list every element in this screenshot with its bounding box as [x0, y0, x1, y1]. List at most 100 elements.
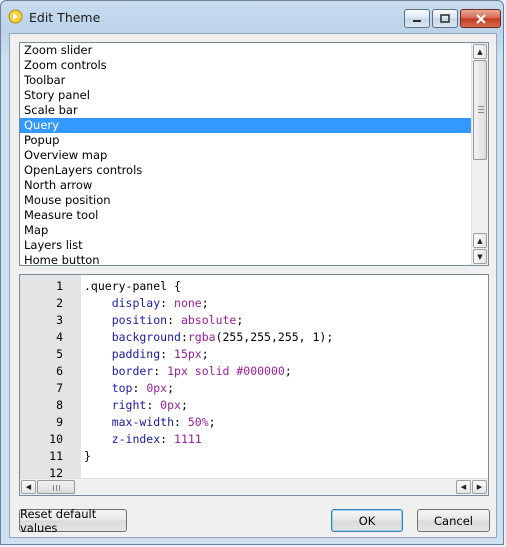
list-item[interactable]: Overview map — [20, 148, 488, 163]
code-line: 3 position: absolute; — [20, 312, 488, 329]
list-item[interactable]: OpenLayers controls — [20, 163, 488, 178]
code-text: right: 0px; — [84, 397, 188, 414]
cancel-button[interactable]: Cancel — [417, 509, 490, 532]
scroll-down-button[interactable]: ▼ — [473, 249, 487, 264]
code-text: } — [84, 448, 91, 465]
code-text: position: absolute; — [84, 312, 244, 329]
code-token: ; — [167, 381, 175, 395]
list-vertical-scrollbar[interactable]: ▲ ▲ ▼ — [471, 43, 488, 265]
list-item[interactable]: Scale bar — [20, 103, 488, 118]
list-item[interactable]: North arrow — [20, 178, 488, 193]
code-token: : — [153, 364, 168, 378]
code-token: ; — [236, 313, 244, 327]
code-token: background — [84, 330, 181, 344]
code-line: 10 z-index: 1111 — [20, 431, 488, 448]
code-token: right — [84, 398, 147, 412]
dialog-body: Zoom slider Zoom controls Toolbar Story pan… — [9, 33, 497, 538]
code-token: : — [167, 313, 181, 327]
list-item[interactable]: Measure tool — [20, 208, 488, 223]
arrow-left-icon: ◀ — [25, 483, 32, 491]
grip-line — [53, 485, 54, 491]
code-token: padding — [84, 347, 161, 361]
code-token: rgba — [187, 330, 216, 344]
grip-line — [56, 485, 57, 491]
code-line: 5 padding: 15px; — [20, 346, 488, 363]
minimize-button[interactable] — [404, 9, 430, 28]
line-number: 9 — [56, 415, 63, 429]
code-line: 7 top: 0px; — [20, 380, 488, 397]
code-token: : — [174, 415, 188, 429]
list-item[interactable]: Mouse position — [20, 193, 488, 208]
arrow-up-icon: ▲ — [477, 236, 483, 245]
grip-line — [478, 109, 484, 110]
list-item[interactable]: Toolbar — [20, 73, 488, 88]
maximize-icon — [440, 14, 450, 23]
scroll-thumb[interactable] — [473, 60, 487, 160]
ok-button[interactable]: OK — [331, 509, 403, 532]
code-token: : — [146, 398, 161, 412]
code-line: 4 background:rgba(255,255,255, 1); — [20, 329, 488, 346]
line-number: 8 — [56, 398, 63, 412]
arrow-right-icon: ▶ — [476, 483, 483, 491]
code-line: 1 .query-panel { — [20, 278, 488, 295]
code-token: position — [84, 313, 168, 327]
list-item[interactable]: Zoom slider — [20, 43, 488, 58]
horizontal-scroll-thumb[interactable] — [37, 480, 75, 494]
close-button[interactable] — [460, 9, 501, 28]
list-item[interactable]: Zoom controls — [20, 58, 488, 73]
grip-line — [478, 106, 484, 107]
scroll-up-button-secondary[interactable]: ▲ — [473, 233, 487, 248]
line-number: 7 — [56, 381, 63, 395]
scroll-left-button[interactable]: ◀ — [21, 480, 36, 494]
code-text: max-width: 50%; — [84, 414, 216, 431]
code-token: 1px solid #000000 — [167, 364, 285, 378]
minimize-icon — [413, 19, 421, 22]
code-text: .query-panel { — [84, 278, 181, 295]
code-line: 6 border: 1px solid #000000; — [20, 363, 488, 380]
list-item[interactable]: Story panel — [20, 88, 488, 103]
code-token: : — [160, 347, 175, 361]
scroll-up-button[interactable]: ▲ — [473, 44, 487, 59]
list-item[interactable]: Layers list — [20, 238, 488, 253]
list-item[interactable]: Home button — [20, 253, 488, 265]
code-token: ; — [201, 347, 209, 361]
arrow-up-icon: ▲ — [477, 47, 483, 56]
line-number: 4 — [56, 330, 63, 344]
reset-default-values-button[interactable]: Reset default values — [19, 507, 127, 535]
scroll-right-button[interactable]: ▶ — [472, 480, 487, 494]
code-token: : — [132, 381, 147, 395]
code-line: 2 display: none; — [20, 295, 488, 312]
code-text: border: 1px solid #000000; — [84, 363, 292, 380]
code-text: padding: 15px; — [84, 346, 209, 363]
code-token: ; — [208, 415, 216, 429]
code-text: background:rgba(255,255,255, 1); — [84, 329, 334, 346]
code-token: border — [84, 364, 154, 378]
arrow-down-icon: ▼ — [477, 252, 483, 261]
list-item[interactable]: Query — [20, 118, 488, 133]
theme-element-list[interactable]: Zoom slider Zoom controls Toolbar Story pan… — [19, 42, 489, 266]
line-number: 11 — [49, 449, 63, 463]
scroll-left-button-secondary[interactable]: ◀ — [456, 480, 471, 494]
code-line: 11} — [20, 448, 488, 465]
code-token: 1111 — [174, 432, 202, 446]
editor-horizontal-scrollbar[interactable]: ◀ ◀ ▶ — [20, 478, 488, 495]
css-editor[interactable]: 1 .query-panel {2 display: none; 3 positio… — [19, 274, 489, 496]
line-number: 10 — [49, 432, 63, 446]
code-token: display — [84, 296, 161, 310]
code-token: : — [180, 330, 188, 344]
maximize-button[interactable] — [432, 9, 458, 28]
list-item[interactable]: Map — [20, 223, 488, 238]
code-token: absolute — [180, 313, 237, 327]
title-bar[interactable]: Edit Theme — [1, 1, 503, 33]
code-token: 50% — [187, 415, 209, 429]
code-token: ; — [180, 398, 188, 412]
list-item[interactable]: Popup — [20, 133, 488, 148]
line-number: 5 — [56, 347, 63, 361]
line-number: 6 — [56, 364, 63, 378]
code-text: z-index: 1111 — [84, 431, 202, 448]
line-number: 1 — [56, 279, 63, 293]
code-token: 0px — [160, 398, 181, 412]
arrow-left-icon: ◀ — [460, 483, 467, 491]
list-items: Zoom slider Zoom controls Toolbar Story pan… — [20, 43, 488, 265]
theme-icon — [8, 9, 23, 24]
